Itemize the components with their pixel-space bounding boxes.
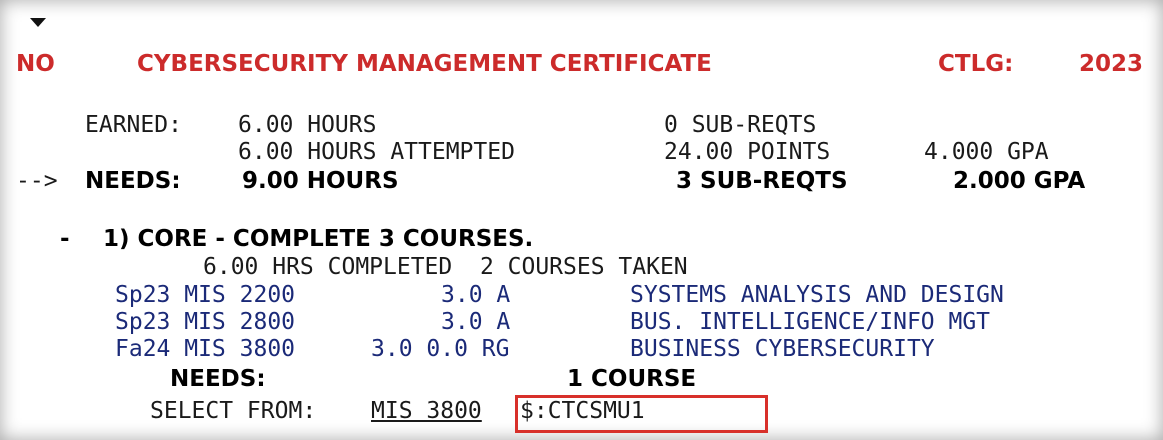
catalog-label: CTLG: xyxy=(938,51,1014,77)
requirement-needs-label: NEEDS: xyxy=(170,366,266,392)
needs-gpa: 2.000 GPA xyxy=(953,168,1086,194)
earned-label: EARNED: xyxy=(85,112,182,138)
dropdown-arrow-icon[interactable] xyxy=(30,18,46,27)
earned-hours: 6.00 HOURS xyxy=(238,112,377,138)
needs-subreqts: 3 SUB-REQTS xyxy=(676,168,848,194)
earned-subreqts: 0 SUB-REQTS xyxy=(664,112,817,138)
course-title: SYSTEMS ANALYSIS AND DESIGN xyxy=(630,282,1004,308)
course-term-code: Fa24 MIS 3800 xyxy=(115,336,296,362)
course-term-code: Sp23 MIS 2800 xyxy=(115,309,296,335)
highlight-box xyxy=(515,395,768,433)
earned-points: 24.00 POINTS xyxy=(664,139,831,165)
degree-audit-screen: NO CYBERSECURITY MANAGEMENT CERTIFICATE … xyxy=(0,0,1163,440)
requirement-title: 1) CORE - COMPLETE 3 COURSES. xyxy=(103,226,534,252)
requirement-marker: - xyxy=(60,226,70,252)
select-course-link[interactable]: MIS 3800 xyxy=(371,398,482,424)
course-title: BUS. INTELLIGENCE/INFO MGT xyxy=(630,309,991,335)
program-title: CYBERSECURITY MANAGEMENT CERTIFICATE xyxy=(137,51,712,77)
needs-hours: 9.00 HOURS xyxy=(242,168,399,194)
catalog-year: 2023 xyxy=(1079,51,1144,77)
needs-label: NEEDS: xyxy=(85,168,181,194)
course-term-code: Sp23 MIS 2200 xyxy=(115,282,296,308)
needs-arrow: --> xyxy=(16,168,58,194)
requirement-needs-value: 1 COURSE xyxy=(567,366,697,392)
course-credit-grade: 3.0 0.0 RG xyxy=(371,336,510,362)
status-text: NO xyxy=(16,51,55,77)
requirement-summary: 6.00 HRS COMPLETED 2 COURSES TAKEN xyxy=(203,254,688,280)
course-title: BUSINESS CYBERSECURITY xyxy=(630,336,935,362)
course-credit-grade: 3.0 A xyxy=(441,282,511,308)
earned-gpa: 4.000 GPA xyxy=(924,139,1049,165)
course-credit-grade: 3.0 A xyxy=(441,309,511,335)
select-from-label: SELECT FROM: xyxy=(150,398,317,424)
hours-attempted: 6.00 HOURS ATTEMPTED xyxy=(238,139,515,165)
